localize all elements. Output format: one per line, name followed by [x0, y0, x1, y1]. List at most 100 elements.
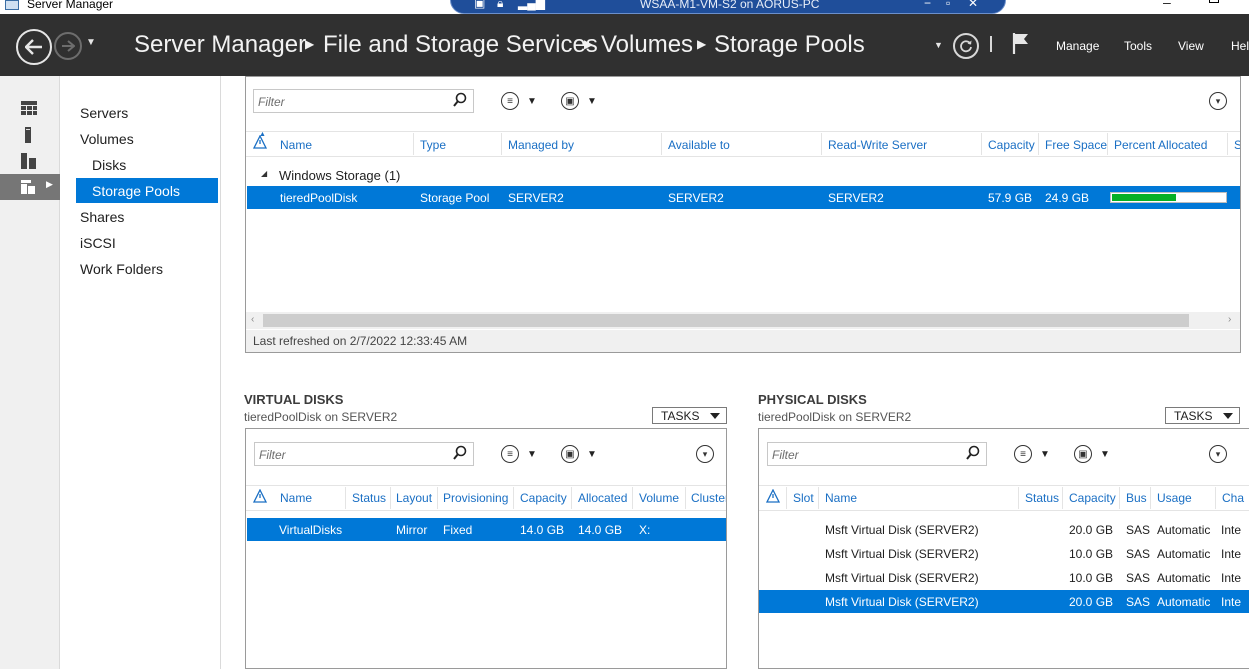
group-windows-storage[interactable]: Windows Storage (1): [279, 168, 400, 183]
column-separator[interactable]: [786, 487, 787, 509]
column-separator[interactable]: [513, 487, 514, 509]
breadcrumb-file-storage[interactable]: File and Storage Services: [323, 31, 598, 59]
pdisk-list-options-dropdown-icon[interactable]: ▼: [1040, 449, 1050, 460]
pools-save-query-icon[interactable]: ▣: [561, 92, 579, 110]
column-separator[interactable]: [818, 487, 819, 509]
column-separator[interactable]: [821, 133, 822, 155]
col-percent-allocated[interactable]: Percent Allocated: [1114, 138, 1207, 152]
vcol-cluster[interactable]: Cluster: [691, 491, 726, 505]
column-separator[interactable]: [501, 133, 502, 155]
vm-lock-icon[interactable]: 🔒︎: [497, 0, 503, 11]
vcol-layout[interactable]: Layout: [396, 491, 432, 505]
column-separator[interactable]: [390, 487, 391, 509]
menu-view[interactable]: View: [1178, 39, 1204, 53]
window-minimize-button[interactable]: –: [1163, 0, 1171, 10]
col-status-truncated[interactable]: S: [1234, 138, 1240, 152]
breadcrumb-dropdown-icon[interactable]: ▼: [934, 40, 943, 50]
group-collapse-icon[interactable]: ◢: [261, 169, 267, 178]
pcol-capacity[interactable]: Capacity: [1069, 491, 1116, 505]
nav-item-work-folders[interactable]: Work Folders: [80, 261, 163, 277]
vcol-name[interactable]: Name: [280, 491, 312, 505]
vdisk-list-options-icon[interactable]: ≡: [501, 445, 519, 463]
col-free-space[interactable]: Free Space: [1045, 138, 1107, 152]
column-separator[interactable]: [1107, 133, 1108, 155]
vm-close-icon[interactable]: ✕: [968, 0, 978, 10]
nav-item-storage-pools[interactable]: Storage Pools: [92, 183, 180, 199]
column-separator[interactable]: [413, 133, 414, 155]
col-available-to[interactable]: Available to: [668, 138, 730, 152]
scroll-right-icon[interactable]: ›: [1228, 314, 1231, 325]
search-icon[interactable]: [453, 92, 467, 108]
nav-item-iscsi[interactable]: iSCSI: [80, 235, 116, 251]
forward-button[interactable]: [54, 32, 82, 60]
vcol-allocated[interactable]: Allocated: [578, 491, 627, 505]
pdisk-save-query-dropdown-icon[interactable]: ▼: [1100, 449, 1110, 460]
pools-list-options-dropdown-icon[interactable]: ▼: [527, 96, 537, 107]
physical-disks-tasks-button[interactable]: TASKS: [1165, 407, 1240, 424]
notifications-flag-icon[interactable]: [1012, 32, 1030, 54]
col-type[interactable]: Type: [420, 138, 446, 152]
menu-tools[interactable]: Tools: [1124, 39, 1152, 53]
col-name[interactable]: Name: [280, 138, 312, 152]
vdisk-list-options-dropdown-icon[interactable]: ▼: [527, 449, 537, 460]
pools-expand-icon[interactable]: ▾: [1209, 92, 1227, 110]
refresh-button[interactable]: [953, 33, 979, 59]
scroll-left-icon[interactable]: ‹: [251, 314, 254, 325]
vm-pin-icon[interactable]: ▣: [474, 0, 485, 10]
rail-dashboard[interactable]: [0, 96, 60, 122]
warning-column-icon[interactable]: [253, 489, 267, 503]
column-separator[interactable]: [1215, 487, 1216, 509]
pdisk-expand-icon[interactable]: ▾: [1209, 445, 1227, 463]
nav-item-volumes[interactable]: Volumes: [80, 131, 134, 147]
search-icon[interactable]: [966, 445, 980, 461]
pdisk-list-options-icon[interactable]: ≡: [1014, 445, 1032, 463]
breadcrumb-volumes[interactable]: Volumes: [601, 31, 693, 59]
column-separator[interactable]: [1018, 487, 1019, 509]
history-dropdown-icon[interactable]: ▼: [86, 37, 96, 48]
pcol-bus[interactable]: Bus: [1126, 491, 1147, 505]
col-capacity[interactable]: Capacity: [988, 138, 1035, 152]
rail-all-servers[interactable]: [0, 148, 60, 174]
vcol-volume[interactable]: Volume: [639, 491, 679, 505]
menu-help[interactable]: Help: [1231, 39, 1249, 53]
vdisk-save-query-icon[interactable]: ▣: [561, 445, 579, 463]
vcol-capacity[interactable]: Capacity: [520, 491, 567, 505]
pcol-status[interactable]: Status: [1025, 491, 1059, 505]
pcol-usage[interactable]: Usage: [1157, 491, 1192, 505]
menu-manage[interactable]: Manage: [1056, 39, 1099, 53]
column-separator[interactable]: [437, 487, 438, 509]
column-separator[interactable]: [571, 487, 572, 509]
col-managed-by[interactable]: Managed by: [508, 138, 574, 152]
column-separator[interactable]: [1119, 487, 1120, 509]
pools-list-options-icon[interactable]: ≡: [501, 92, 519, 110]
vm-restore-icon[interactable]: ▫: [946, 0, 950, 10]
column-separator[interactable]: [1227, 133, 1228, 155]
window-maximize-button[interactable]: [1209, 0, 1219, 3]
back-button[interactable]: [16, 29, 52, 65]
rail-file-storage[interactable]: ▶: [0, 174, 60, 200]
pool-row-selected[interactable]: [247, 186, 1240, 209]
pcol-slot[interactable]: Slot: [793, 491, 814, 505]
vdisk-filter-input[interactable]: Filter: [254, 442, 474, 466]
col-read-write-server[interactable]: Read-Write Server: [828, 138, 927, 152]
column-separator[interactable]: [661, 133, 662, 155]
vdisk-expand-icon[interactable]: ▾: [696, 445, 714, 463]
warning-column-icon[interactable]: [766, 489, 780, 503]
pcol-name[interactable]: Name: [825, 491, 857, 505]
vcol-status[interactable]: Status: [352, 491, 386, 505]
breadcrumb-server-manager[interactable]: Server Manager: [134, 31, 306, 59]
search-icon[interactable]: [453, 445, 467, 461]
pools-save-query-dropdown-icon[interactable]: ▼: [587, 96, 597, 107]
column-separator[interactable]: [1150, 487, 1151, 509]
vm-minimize-icon[interactable]: −: [924, 0, 931, 10]
nav-item-disks[interactable]: Disks: [92, 157, 126, 173]
pcol-chassis[interactable]: Cha: [1222, 491, 1249, 505]
column-separator[interactable]: [1038, 133, 1039, 155]
column-separator[interactable]: [1062, 487, 1063, 509]
pdisk-filter-input[interactable]: Filter: [767, 442, 987, 466]
rail-local-server[interactable]: [0, 122, 60, 148]
column-separator[interactable]: [632, 487, 633, 509]
vcol-provisioning[interactable]: Provisioning: [443, 491, 508, 505]
nav-item-servers[interactable]: Servers: [80, 105, 128, 121]
column-separator[interactable]: [981, 133, 982, 155]
